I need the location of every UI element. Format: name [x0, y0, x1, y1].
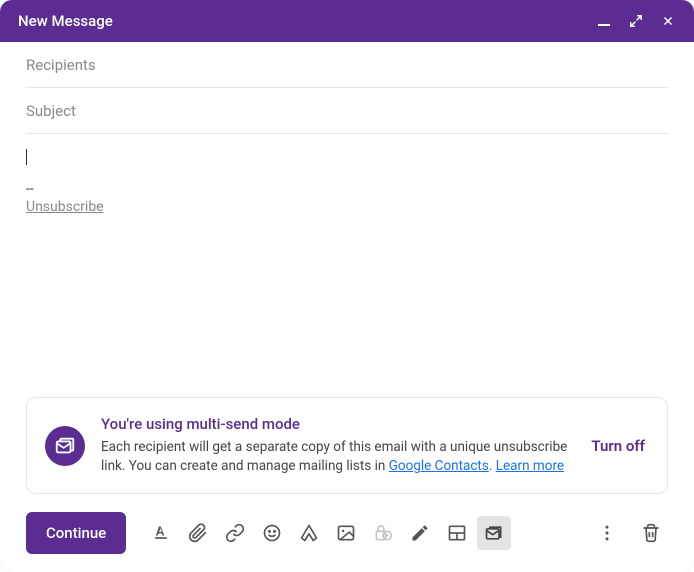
- formatting-toolbar: [144, 516, 586, 550]
- photo-icon: [336, 523, 356, 543]
- attach-file-button[interactable]: [181, 516, 215, 550]
- compose-header: New Message: [0, 0, 694, 42]
- compose-fields: [0, 42, 694, 134]
- text-format-icon: [151, 523, 171, 543]
- close-button[interactable]: [660, 13, 676, 29]
- header-controls: [596, 13, 676, 29]
- recipients-row: [26, 42, 668, 88]
- select-layout-button[interactable]: [440, 516, 474, 550]
- notice-text: You're using multi-send mode Each recipi…: [101, 414, 571, 477]
- layout-icon: [447, 523, 467, 543]
- recipients-input[interactable]: [26, 56, 668, 74]
- unsubscribe-link[interactable]: Unsubscribe: [26, 199, 104, 215]
- subject-input[interactable]: [26, 102, 668, 120]
- drive-icon: [299, 523, 319, 543]
- multisend-icon: [54, 435, 76, 457]
- fullscreen-button[interactable]: [628, 13, 644, 29]
- insert-link-button[interactable]: [218, 516, 252, 550]
- formatting-options-button[interactable]: [144, 516, 178, 550]
- discard-draft-button[interactable]: [634, 516, 668, 550]
- minimize-button[interactable]: [596, 13, 612, 29]
- subject-row: [26, 88, 668, 134]
- message-body[interactable]: -- Unsubscribe: [0, 134, 694, 397]
- more-vertical-icon: [597, 523, 617, 543]
- more-options-button[interactable]: [590, 516, 624, 550]
- multisend-notice: You're using multi-send mode Each recipi…: [26, 397, 668, 494]
- multisend-toggle-button[interactable]: [477, 516, 511, 550]
- insert-emoji-button[interactable]: [255, 516, 289, 550]
- link-icon: [225, 523, 245, 543]
- fullscreen-icon: [629, 14, 643, 28]
- notice-title: You're using multi-send mode: [101, 414, 571, 436]
- attachment-icon: [188, 523, 208, 543]
- insert-drive-button[interactable]: [292, 516, 326, 550]
- pen-icon: [410, 523, 430, 543]
- notice-desc-2: .: [489, 458, 496, 474]
- notice-description: Each recipient will get a separate copy …: [101, 438, 571, 477]
- confidential-mode-button[interactable]: [366, 516, 400, 550]
- multisend-icon-circle: [45, 426, 85, 466]
- compose-toolbar: Continue: [0, 504, 694, 572]
- multisend-toolbar-icon: [484, 523, 504, 543]
- turn-off-button[interactable]: Turn off: [587, 429, 649, 463]
- trash-icon: [641, 523, 661, 543]
- header-title: New Message: [18, 12, 113, 30]
- insert-signature-button[interactable]: [403, 516, 437, 550]
- learn-more-link[interactable]: Learn more: [496, 458, 564, 474]
- google-contacts-link[interactable]: Google Contacts: [389, 458, 489, 474]
- lock-clock-icon: [373, 523, 393, 543]
- close-icon: [661, 14, 675, 28]
- toolbar-right: [590, 516, 668, 550]
- insert-photo-button[interactable]: [329, 516, 363, 550]
- minimize-icon: [598, 24, 610, 26]
- emoji-icon: [262, 523, 282, 543]
- compose-window: New Message -- Unsub: [0, 0, 694, 572]
- signature-separator: --: [26, 181, 668, 197]
- continue-button[interactable]: Continue: [26, 512, 126, 554]
- text-cursor: [26, 149, 27, 165]
